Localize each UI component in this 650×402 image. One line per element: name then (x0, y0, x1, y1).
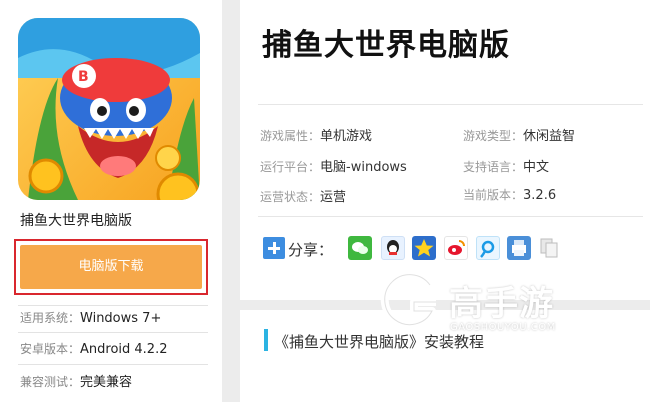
game-cover-image[interactable]: B (18, 18, 200, 200)
divider (258, 216, 643, 217)
wechat-icon[interactable] (348, 236, 372, 260)
divider (258, 104, 643, 105)
tutorial-heading[interactable]: 《捕鱼大世界电脑版》安装教程 (274, 331, 484, 352)
download-highlight: 电脑版下载 (14, 239, 208, 295)
weibo-icon[interactable] (444, 236, 468, 260)
section-marker (264, 329, 268, 351)
watermark-logo-icon (380, 270, 442, 333)
page-title: 捕鱼大世界电脑版 (262, 28, 510, 63)
print-icon[interactable] (507, 236, 531, 260)
tencent-weibo-icon[interactable] (476, 236, 500, 260)
spec-os: 适用系统：Windows 7+ (20, 311, 162, 326)
spec-compat: 兼容测试：完美兼容 (20, 375, 133, 390)
attr-language: 支持语言：中文 (463, 160, 550, 175)
download-button[interactable]: 电脑版下载 (20, 245, 202, 289)
watermark-brand: 高手游 (449, 284, 554, 324)
game-name: 捕鱼大世界电脑版 (20, 213, 132, 229)
qzone-icon[interactable] (412, 236, 436, 260)
divider (18, 332, 208, 333)
copy-icon[interactable] (537, 236, 561, 260)
attr-platform: 运行平台：电脑-windows (260, 160, 407, 175)
share-plus-icon[interactable] (263, 237, 285, 259)
attr-game-type: 游戏类型：休闲益智 (463, 129, 576, 144)
divider (18, 364, 208, 365)
divider (18, 305, 208, 306)
qq-icon[interactable] (381, 236, 405, 260)
attr-version: 当前版本：3.2.6 (463, 188, 557, 203)
tutorial-panel (240, 310, 650, 402)
attr-status: 运营状态：运营 (260, 190, 347, 205)
spec-android: 安卓版本：Android 4.2.2 (20, 342, 168, 357)
svg-text:B: B (78, 69, 89, 85)
attr-game-property: 游戏属性：单机游戏 (260, 129, 373, 144)
share-label: 分享： (288, 241, 334, 259)
watermark-url: GAOSHOUYOU.COM (450, 322, 556, 333)
